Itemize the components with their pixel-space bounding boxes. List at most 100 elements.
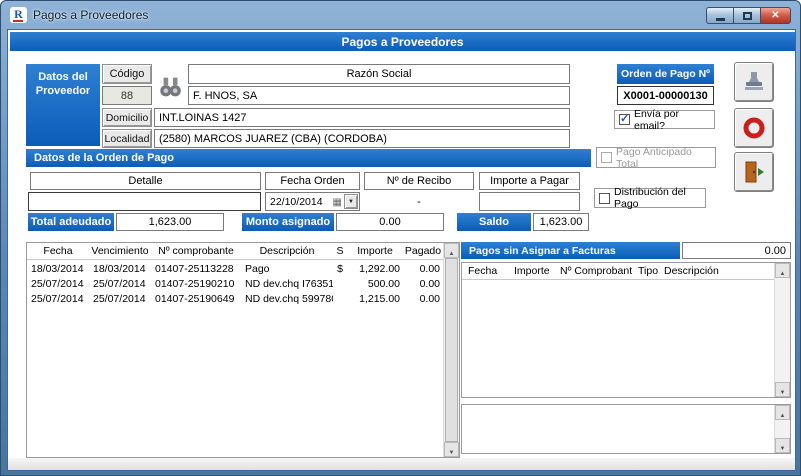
localidad-button[interactable]: Localidad — [102, 129, 152, 148]
detalle-input[interactable] — [28, 192, 261, 211]
column-header: S — [333, 245, 347, 257]
pago-anticipado-checkbox: Pago Anticipado Total — [596, 147, 716, 168]
fecha-dropdown-button[interactable] — [344, 194, 358, 209]
column-header: Nº comprobante — [151, 245, 241, 257]
table-cell: 01407-25113228 — [151, 263, 241, 275]
table-row[interactable]: 18/03/201418/03/201401407-25113228Pago$1… — [27, 261, 443, 276]
scroll-down-icon[interactable] — [444, 442, 459, 457]
recibo-column-header: Nº de Recibo — [364, 172, 474, 190]
pagos-sin-asignar-header: Pagos sin Asignar a Facturas — [461, 242, 680, 259]
fecha-orden-column-header: Fecha Orden — [265, 172, 360, 190]
pagos-scrollbar[interactable] — [774, 263, 790, 397]
distribucion-pago-checkbox[interactable]: Distribución del Pago — [594, 188, 706, 208]
exit-button[interactable] — [734, 152, 774, 192]
column-header: Descripción — [241, 245, 333, 257]
table-cell: Pago — [241, 263, 333, 275]
comprobantes-scrollbar[interactable] — [443, 243, 459, 457]
monto-asignado-label: Monto asignado — [242, 213, 334, 231]
codigo-value-field: 88 — [102, 86, 152, 105]
comprobantes-header-row: FechaVencimientoNº comprobanteDescripció… — [27, 243, 443, 260]
razon-social-field[interactable]: F. HNOS, SA — [188, 86, 570, 105]
search-proveedor-button[interactable] — [156, 72, 186, 102]
form-client-area: Pagos a Proveedores Datos del Proveedor … — [7, 29, 796, 471]
scroll-up-icon[interactable] — [775, 405, 790, 420]
column-header: Pagado — [403, 245, 443, 257]
pagos-header-row: FechaImporteNº ComprobanteTipoDescripció… — [462, 263, 774, 280]
orden-pago-numero-header: Orden de Pago Nº — [617, 64, 714, 84]
proveedor-section-label: Datos del Proveedor — [26, 64, 100, 146]
window-title: Pagos a Proveedores — [33, 8, 148, 22]
scroll-down-icon[interactable] — [775, 438, 790, 453]
table-cell: 0.00 — [403, 278, 443, 290]
envia-email-checkbox[interactable]: Envía por email? — [614, 110, 715, 129]
binoculars-icon — [157, 74, 185, 100]
comprobantes-table: FechaVencimientoNº comprobanteDescripció… — [26, 242, 460, 458]
app-logo-icon[interactable]: R — [10, 7, 27, 23]
total-adeudado-value: 1,623.00 — [116, 213, 224, 231]
comprobantes-body: 18/03/201418/03/201401407-25113228Pago$1… — [27, 261, 443, 457]
table-cell: 25/07/2014 — [27, 293, 89, 305]
scroll-up-icon[interactable] — [775, 263, 790, 278]
fecha-orden-picker[interactable]: 22/10/2014 — [265, 192, 360, 211]
table-cell: 0.00 — [403, 293, 443, 305]
cancel-order-button[interactable] — [734, 108, 774, 148]
scrollbar-thumb[interactable] — [445, 258, 458, 442]
scroll-down-icon[interactable] — [775, 382, 790, 397]
table-cell: 1,215.00 — [347, 293, 403, 305]
table-row[interactable]: 25/07/201425/07/201401407-25190649ND dev… — [27, 291, 443, 306]
table-cell: 18/03/2014 — [27, 263, 89, 275]
minimize-icon — [716, 18, 725, 21]
fecha-orden-value: 22/10/2014 — [270, 196, 323, 208]
importe-pagar-input[interactable] — [479, 192, 580, 211]
table-cell: ND dev.chq 59978025 — [241, 293, 333, 305]
column-header: Importe — [347, 245, 403, 257]
column-header: Fecha — [462, 265, 508, 277]
table-cell: 25/07/2014 — [27, 278, 89, 290]
domicilio-button[interactable]: Domicilio — [102, 108, 152, 127]
orden-datos-section-bar: Datos de la Orden de Pago — [26, 149, 591, 167]
domicilio-field[interactable]: INT.LOINAS 1427 — [154, 108, 570, 127]
total-adeudado-label: Total adeudado — [28, 213, 114, 231]
table-cell: ND dev.chq I76351379 — [241, 278, 333, 290]
column-header: Fecha — [27, 245, 89, 257]
app-window: R Pagos a Proveedores Pagos a Proveedore… — [0, 0, 801, 476]
table-cell: 01407-25190649 — [151, 293, 241, 305]
column-header: Tipo — [632, 265, 658, 277]
table-cell: 500.00 — [347, 278, 403, 290]
table-cell: 1,292.00 — [347, 263, 403, 275]
table-cell: $ — [333, 263, 347, 275]
envia-email-label: Envía por email? — [634, 108, 710, 132]
detalle-column-header: Detalle — [30, 172, 261, 190]
stamp-icon — [741, 69, 767, 95]
pagos-sin-asignar-table: FechaImporteNº ComprobanteTipoDescripció… — [461, 262, 791, 398]
column-header: Nº Comprobante — [554, 265, 632, 277]
scroll-up-icon[interactable] — [444, 243, 459, 258]
close-button[interactable] — [760, 7, 791, 24]
saldo-label: Saldo — [457, 213, 531, 231]
monto-asignado-value: 0.00 — [336, 213, 444, 231]
form-header: Pagos a Proveedores — [10, 32, 795, 51]
bottom-strip — [8, 458, 796, 471]
codigo-button[interactable]: Código — [102, 64, 152, 84]
table-cell: 18/03/2014 — [89, 263, 151, 275]
confirm-order-button[interactable] — [734, 62, 774, 102]
recibo-value: - — [364, 192, 474, 211]
table-cell: 25/07/2014 — [89, 278, 151, 290]
pagos-sin-asignar-total: 0.00 — [682, 242, 791, 259]
exit-door-icon — [741, 159, 767, 185]
column-header: Importe — [508, 265, 554, 277]
maximize-icon — [743, 12, 752, 20]
minimize-button[interactable] — [706, 7, 733, 24]
table-cell: 0.00 — [403, 263, 443, 275]
aux-scrollbar[interactable] — [774, 405, 790, 453]
orden-pago-numero-value: X0001-00000130 — [617, 86, 714, 105]
column-header: Vencimiento — [89, 245, 151, 257]
checkbox-icon — [599, 193, 610, 204]
localidad-field[interactable]: (2580) MARCOS JUAREZ (CBA) (CORDOBA) — [154, 129, 570, 148]
importe-column-header: Importe a Pagar — [479, 172, 580, 190]
table-row[interactable]: 25/07/201425/07/201401407-25190210ND dev… — [27, 276, 443, 291]
pagos-body — [462, 281, 774, 397]
pago-anticipado-label: Pago Anticipado Total — [616, 146, 711, 170]
razon-social-header: Razón Social — [188, 64, 570, 84]
maximize-button[interactable] — [733, 7, 760, 24]
